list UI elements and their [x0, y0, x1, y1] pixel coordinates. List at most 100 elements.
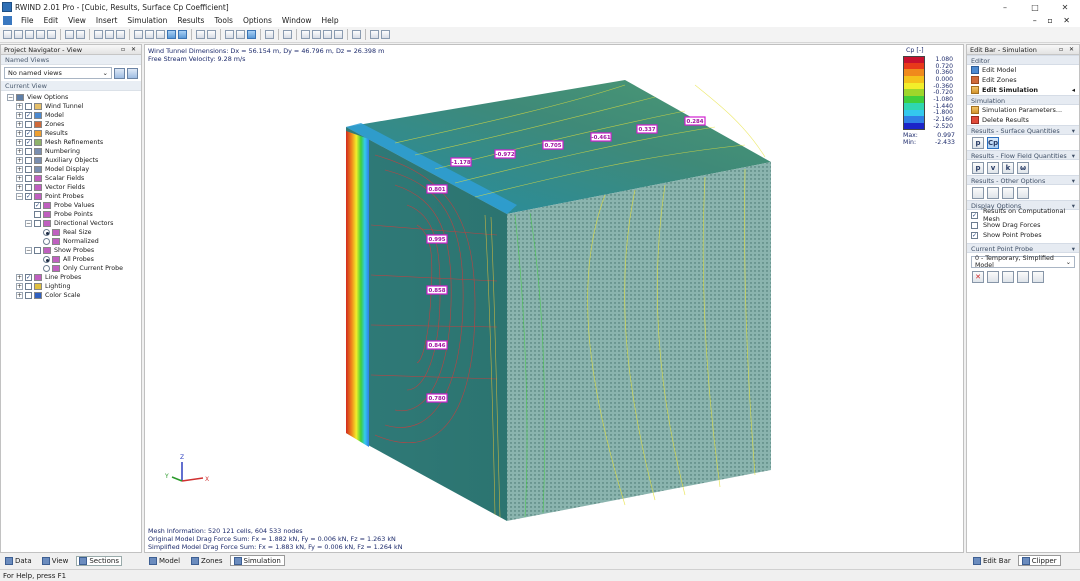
show-drag-forces-checkbox[interactable]	[971, 221, 978, 229]
pick-probe-icon[interactable]	[987, 271, 999, 283]
close-button[interactable]: ✕	[1050, 3, 1080, 12]
flow-field-section[interactable]: Results - Flow Field Quantities ▾	[967, 150, 1079, 160]
tree-item[interactable]: + ✓ Results	[7, 129, 141, 138]
tree-item[interactable]: + Numbering	[7, 147, 141, 156]
tab-sections[interactable]: Sections	[76, 555, 122, 566]
tree-radio[interactable]	[43, 238, 50, 245]
tree-item[interactable]: − Directional Vectors	[7, 219, 141, 228]
simulation-parameters-item[interactable]: Simulation Parameters...	[967, 105, 1079, 115]
tree-checkbox[interactable]	[25, 283, 32, 290]
probe-label[interactable]: 0.705	[542, 140, 564, 150]
expand-toggle-icon[interactable]: −	[25, 247, 32, 254]
expand-toggle-icon[interactable]: −	[25, 220, 32, 227]
tree-checkbox[interactable]	[25, 121, 32, 128]
tree-checkbox[interactable]	[25, 184, 32, 191]
expand-toggle-icon[interactable]: +	[16, 121, 23, 128]
velocity-button[interactable]: v	[987, 161, 999, 174]
zoom-icon[interactable]	[105, 30, 114, 39]
menu-results[interactable]: Results	[172, 16, 209, 25]
named-views-select[interactable]: No named views ⌄	[4, 67, 112, 79]
tree-checkbox[interactable]: ✓	[25, 139, 32, 146]
probe-label[interactable]: -0.461	[590, 132, 612, 142]
tree-item[interactable]: ✓ Probe Values	[7, 201, 141, 210]
tree-item[interactable]: + Wind Tunnel	[7, 102, 141, 111]
expand-toggle-icon[interactable]: −	[16, 193, 23, 200]
select-icon[interactable]	[94, 30, 103, 39]
expand-toggle-icon[interactable]: +	[16, 112, 23, 119]
expand-toggle-icon[interactable]: +	[16, 166, 23, 173]
flow-pressure-button[interactable]: p	[972, 161, 984, 174]
view-top-icon[interactable]	[156, 30, 165, 39]
tab-zones[interactable]: Zones	[187, 555, 226, 566]
probe-label[interactable]: 0.858	[426, 285, 448, 295]
pressure-button[interactable]: p	[972, 136, 984, 149]
expand-toggle-icon[interactable]: +	[16, 103, 23, 110]
tree-item[interactable]: + Color Scale	[7, 291, 141, 300]
menu-simulation[interactable]: Simulation	[122, 16, 172, 25]
show-point-probes-checkbox[interactable]: ✓	[971, 231, 978, 239]
clip-icon[interactable]	[265, 30, 274, 39]
cube-model-render[interactable]: Z X Y 0.284 0.337 -0.461 0.705 -0.972 -1.178 0…	[145, 45, 964, 553]
tree-checkbox[interactable]	[34, 247, 41, 254]
tree-item[interactable]: Only Current Probe	[7, 264, 141, 273]
redo-icon[interactable]	[76, 30, 85, 39]
tree-radio[interactable]	[43, 229, 50, 236]
tab-data[interactable]: Data	[3, 556, 34, 565]
probes-icon[interactable]	[247, 30, 256, 39]
save-as-icon[interactable]	[36, 30, 45, 39]
tree-item[interactable]: Real Size	[7, 228, 141, 237]
current-probe-section[interactable]: Current Point Probe ▾	[967, 243, 1079, 253]
editor-section[interactable]: Editor	[967, 55, 1079, 65]
navigator-pin-close[interactable]: ▫ ✕	[121, 46, 138, 53]
tree-item[interactable]: + ✓ Model	[7, 111, 141, 120]
tree-checkbox[interactable]	[25, 175, 32, 182]
tree-item[interactable]: + Lighting	[7, 282, 141, 291]
shaded-icon[interactable]	[323, 30, 332, 39]
tree-checkbox[interactable]	[25, 292, 32, 299]
probe-label[interactable]: 0.337	[636, 124, 658, 134]
expand-toggle-icon[interactable]: +	[16, 157, 23, 164]
tree-item[interactable]: − Show Probes	[7, 246, 141, 255]
menu-file[interactable]: File	[16, 16, 39, 25]
probe-label[interactable]: 0.284	[684, 116, 706, 126]
contours-icon[interactable]	[987, 186, 999, 199]
tree-checkbox[interactable]: ✓	[25, 274, 32, 281]
expand-toggle-icon[interactable]: +	[16, 130, 23, 137]
mesh-icon[interactable]	[1002, 186, 1014, 199]
zoom-window-icon[interactable]	[116, 30, 125, 39]
legend-icon[interactable]	[283, 30, 292, 39]
menu-options[interactable]: Options	[238, 16, 277, 25]
delete-results-item[interactable]: Delete Results	[967, 115, 1079, 125]
view-front-icon[interactable]	[145, 30, 154, 39]
menu-edit[interactable]: Edit	[39, 16, 64, 25]
tree-radio[interactable]	[43, 265, 50, 272]
editbar-pin-close[interactable]: ▫ ✕	[1059, 46, 1076, 53]
view-iso-icon[interactable]	[134, 30, 143, 39]
edit-simulation-item[interactable]: Edit Simulation ◂	[967, 85, 1079, 95]
probe-label[interactable]: 0.846	[426, 340, 448, 350]
edit-model-item[interactable]: Edit Model	[967, 65, 1079, 75]
probe-label[interactable]: 0.780	[426, 393, 448, 403]
streamlines-icon[interactable]	[972, 186, 984, 199]
wireframe-icon[interactable]	[301, 30, 310, 39]
document-window-controls[interactable]: – ▫ ✕	[1033, 16, 1080, 25]
tree-item[interactable]: − View Options	[7, 93, 141, 102]
rotate-icon[interactable]	[196, 30, 205, 39]
print-icon[interactable]	[47, 30, 56, 39]
expand-toggle-icon[interactable]: +	[16, 292, 23, 299]
simulation-section[interactable]: Simulation	[967, 95, 1079, 105]
probe-label[interactable]: 0.801	[426, 184, 448, 194]
tree-checkbox[interactable]: ✓	[34, 202, 41, 209]
tree-checkbox[interactable]: ✓	[25, 193, 32, 200]
tree-checkbox[interactable]	[34, 211, 41, 218]
view-side-icon[interactable]	[167, 30, 176, 39]
results-on-mesh-checkbox[interactable]: ✓	[971, 211, 978, 219]
results-icon[interactable]	[236, 30, 245, 39]
delete-probe-icon[interactable]: ✕	[972, 271, 984, 283]
cp-button[interactable]: Cp	[987, 136, 999, 149]
tree-item[interactable]: All Probes	[7, 255, 141, 264]
probe-export-icon[interactable]	[1032, 271, 1044, 283]
maximize-button[interactable]: □	[1020, 3, 1050, 12]
3d-viewport[interactable]: Wind Tunnel Dimensions: Dx = 56.154 m, D…	[144, 44, 964, 553]
apply-view-icon[interactable]	[127, 67, 138, 79]
